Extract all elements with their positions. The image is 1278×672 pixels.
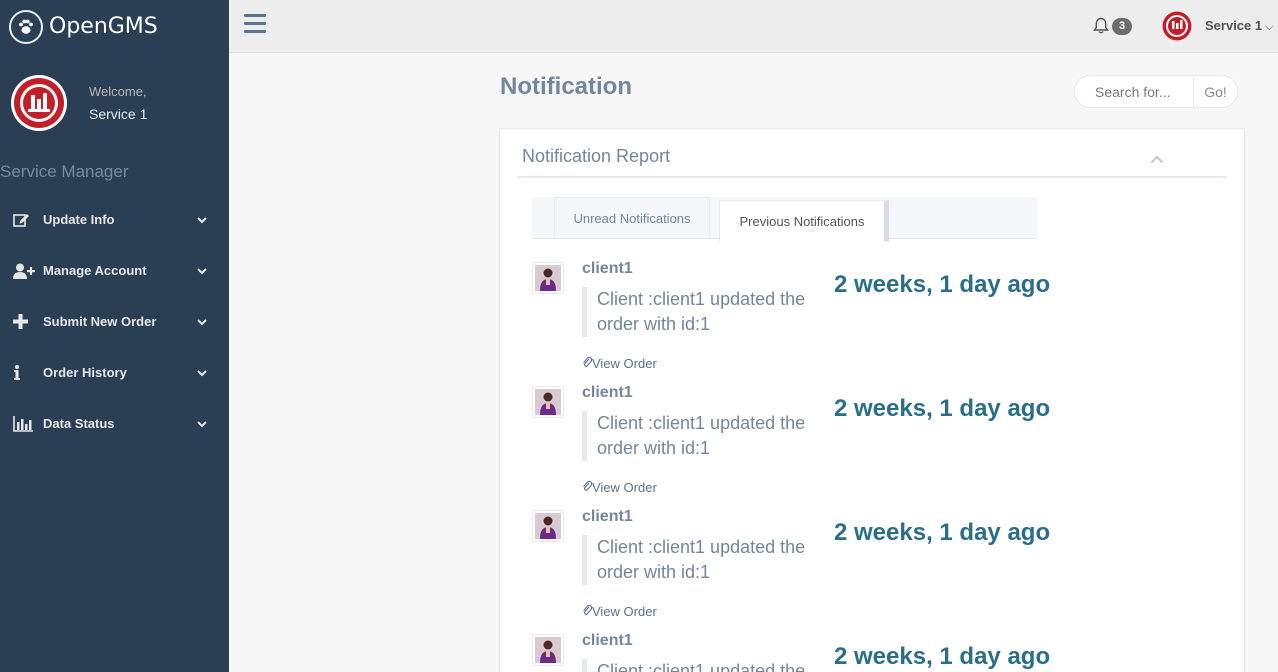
notification-message: Client :client1 updated the order with i…: [582, 287, 812, 337]
chevron-up-icon[interactable]: [1150, 151, 1164, 169]
search-box: Go!: [1074, 75, 1238, 108]
panel-title: Notification Report: [522, 146, 671, 166]
paperclip-icon: [582, 480, 593, 495]
sidebar-item-update-info[interactable]: Update Info: [0, 194, 229, 245]
tab-unread-notifications[interactable]: Unread Notifications: [554, 197, 710, 239]
notification-message: Client :client1 updated the: [582, 659, 812, 672]
tab-previous-notifications[interactable]: Previous Notifications: [719, 200, 889, 242]
client-avatar: [532, 634, 564, 666]
view-order-link[interactable]: View Order: [582, 604, 657, 619]
search-go-button[interactable]: Go!: [1193, 76, 1237, 107]
bell-icon[interactable]: [1093, 17, 1109, 39]
page-title: Notification: [500, 73, 632, 100]
section-title: Service Manager: [0, 162, 129, 181]
client-avatar: [532, 386, 564, 418]
edit-icon: [13, 211, 35, 229]
client-avatar: [532, 510, 564, 542]
sidebar-item-label: Manage Account: [43, 263, 147, 278]
notification-time: 2 weeks, 1 day ago: [834, 643, 1051, 670]
sidebar-item-label: Update Info: [43, 212, 115, 227]
notification-message: Client :client1 updated the order with i…: [582, 411, 812, 461]
avatar: [11, 75, 67, 131]
view-order-label: View Order: [592, 604, 657, 619]
plus-icon: [13, 313, 35, 331]
paperclip-icon: [582, 356, 593, 371]
chevron-down-icon: [197, 416, 207, 431]
user-avatar[interactable]: [1162, 11, 1192, 41]
paperclip-icon: [582, 604, 593, 619]
welcome-user: Service 1: [89, 106, 148, 122]
chevron-down-icon: ⌵: [1265, 21, 1274, 33]
sidebar-item-manage-account[interactable]: Manage Account: [0, 245, 229, 296]
view-order-link[interactable]: View Order: [582, 356, 657, 371]
top-nav: 3 Service 1 ⌵: [229, 0, 1278, 53]
sidebar: OpenGMS Welcome, Service 1 Service Manag…: [0, 0, 229, 672]
list-item: client1 Client :client1 updated the 2 we…: [532, 632, 1052, 672]
chevron-down-icon: [197, 263, 207, 278]
welcome-block: Welcome, Service 1: [89, 81, 147, 125]
profile: Welcome, Service 1: [0, 53, 229, 133]
list-item: client1 Client :client1 updated the orde…: [532, 384, 1052, 508]
notification-panel: Notification Report Unread Notifications…: [499, 128, 1245, 672]
notification-count-badge: 3: [1112, 18, 1132, 35]
search-input[interactable]: [1075, 76, 1193, 107]
view-order-label: View Order: [592, 356, 657, 371]
chevron-down-icon: [197, 365, 207, 380]
list-item: client1 Client :client1 updated the orde…: [532, 508, 1052, 632]
notification-time: 2 weeks, 1 day ago: [834, 271, 1051, 298]
client-name: client1: [582, 632, 633, 649]
side-menu: Update Info Manage Account Submit New Or…: [0, 194, 229, 449]
sidebar-item-label: Submit New Order: [43, 314, 157, 329]
menu-toggle-icon[interactable]: [244, 14, 266, 34]
user-menu[interactable]: Service 1 ⌵: [1205, 18, 1273, 34]
sidebar-item-order-history[interactable]: Order History: [0, 347, 229, 398]
user-plus-icon: [13, 262, 35, 280]
notification-tabs: Unread Notifications Previous Notificati…: [532, 197, 1038, 242]
chevron-down-icon: [197, 314, 207, 329]
notification-time: 2 weeks, 1 day ago: [834, 395, 1051, 422]
client-name: client1: [582, 384, 633, 401]
sidebar-item-label: Order History: [43, 365, 127, 380]
paw-icon: [9, 9, 43, 44]
view-order-link[interactable]: View Order: [582, 480, 657, 495]
panel-divider: [517, 176, 1227, 178]
welcome-label: Welcome,: [89, 84, 147, 99]
sidebar-item-data-status[interactable]: Data Status: [0, 398, 229, 449]
notification-time: 2 weeks, 1 day ago: [834, 519, 1051, 546]
view-order-label: View Order: [592, 480, 657, 495]
list-item: client1 Client :client1 updated the orde…: [532, 260, 1052, 384]
info-icon: [13, 364, 35, 382]
brand[interactable]: OpenGMS: [0, 0, 229, 53]
client-name: client1: [582, 260, 633, 277]
user-menu-label: Service 1: [1205, 18, 1263, 33]
client-avatar: [532, 262, 564, 294]
bar-chart-icon: [13, 415, 35, 433]
client-name: client1: [582, 508, 633, 525]
notification-message: Client :client1 updated the order with i…: [582, 535, 812, 585]
sidebar-item-submit-new-order[interactable]: Submit New Order: [0, 296, 229, 347]
chevron-down-icon: [197, 212, 207, 227]
sidebar-item-label: Data Status: [43, 416, 115, 431]
brand-title: OpenGMS: [49, 14, 158, 39]
